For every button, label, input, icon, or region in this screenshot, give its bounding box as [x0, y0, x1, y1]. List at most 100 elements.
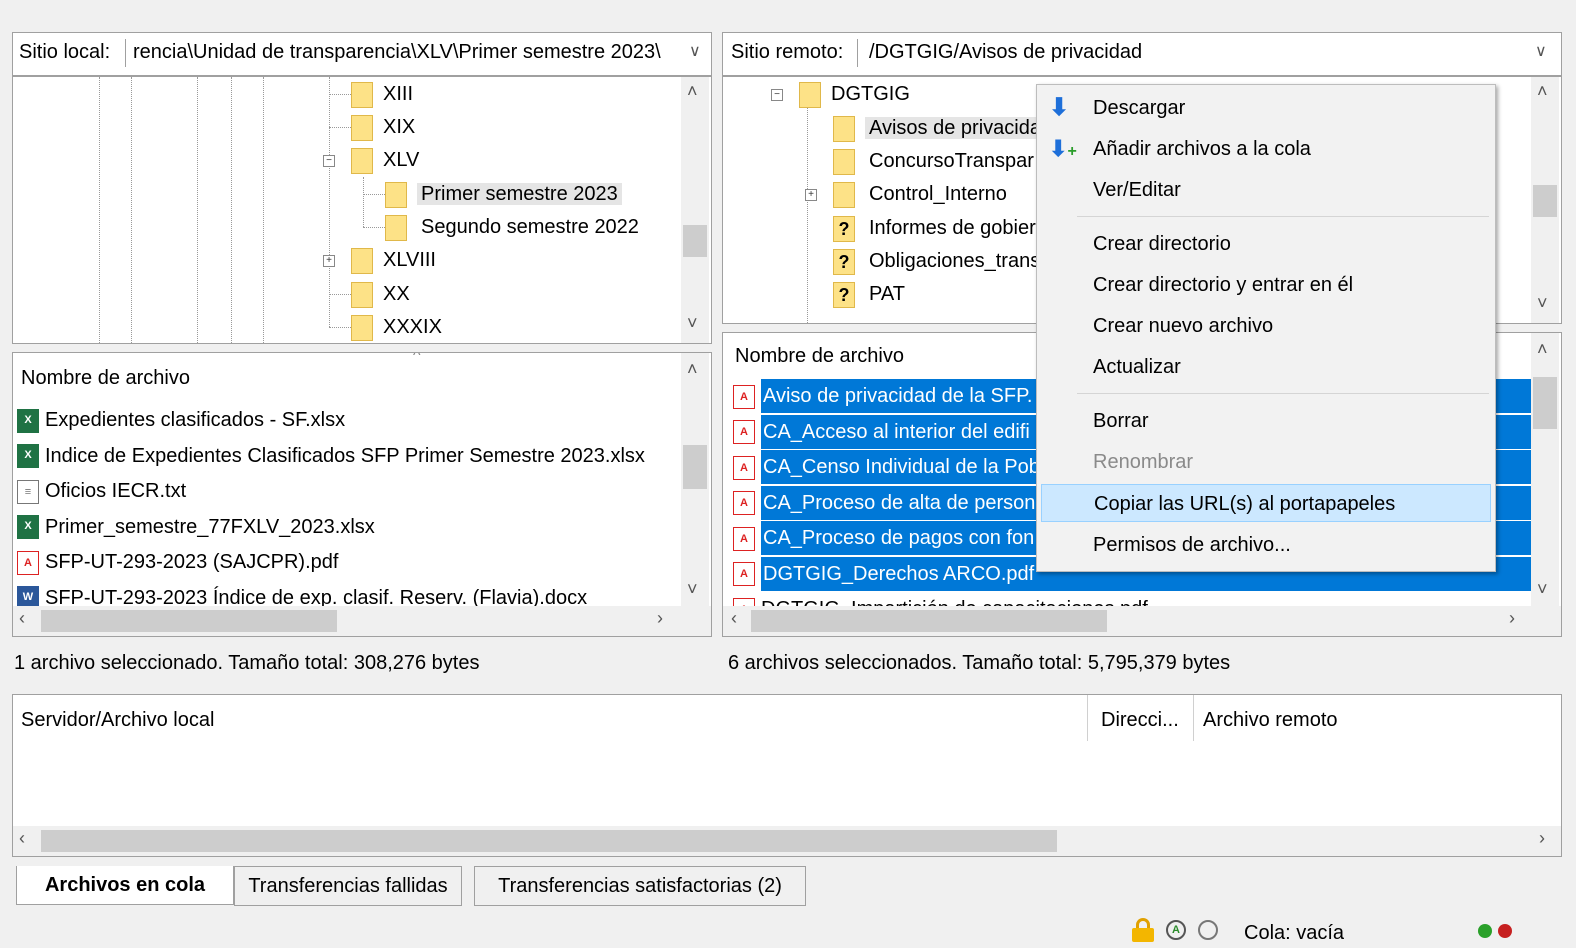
tab-failed-transfers[interactable]: Transferencias fallidas [234, 866, 462, 906]
menu-item-file-permissions[interactable]: Permisos de archivo... [1037, 526, 1495, 564]
tree-item-informes-de-gobierno[interactable]: ? Informes de gobier [833, 211, 1040, 245]
pdf-icon: A [17, 550, 39, 575]
tab-queued-files[interactable]: Archivos en cola [16, 866, 234, 905]
scroll-down-icon[interactable]: ˅ [687, 313, 698, 334]
chevron-down-icon[interactable]: ∨ [689, 41, 701, 61]
menu-item-copy-urls[interactable]: Copiar las URL(s) al portapapeles [1041, 484, 1491, 522]
context-menu: ⬇ Descargar ⬇+ Añadir archivos a la cola… [1036, 84, 1496, 572]
queue-column-server[interactable]: Servidor/Archivo local [21, 709, 214, 732]
network-config-icon[interactable] [1198, 920, 1218, 940]
scrollbar-thumb[interactable] [683, 225, 707, 257]
lock-icon [1132, 918, 1156, 942]
local-column-header-name[interactable]: Nombre de archivo [21, 367, 190, 390]
speed-limit-icon[interactable]: A [1166, 920, 1186, 940]
local-file-list: ^ Nombre de archivo X Expedientes clasifi… [12, 352, 712, 608]
tree-item-xiii[interactable]: XIII [351, 77, 413, 111]
expand-icon[interactable]: + [805, 189, 817, 201]
file-name: Oficios IECR.txt [45, 480, 187, 502]
scroll-right-icon[interactable]: › [1509, 608, 1515, 629]
scrollbar-thumb[interactable] [1533, 185, 1557, 217]
tree-item-concurso-transparencia[interactable]: ConcursoTranspar [833, 144, 1038, 178]
text-file-icon: ≡ [17, 479, 39, 504]
tree-item-xlv[interactable]: XLV [351, 143, 419, 177]
remote-column-header-name[interactable]: Nombre de archivo [735, 345, 904, 368]
scrollbar-thumb[interactable] [41, 610, 337, 632]
scrollbar-thumb[interactable] [683, 445, 707, 489]
local-status-text: 1 archivo seleccionado. Tamaño total: 30… [14, 652, 480, 674]
menu-separator [1077, 393, 1489, 394]
file-name: Expedientes clasificados - SF.xlsx [45, 409, 346, 431]
menu-item-create-directory[interactable]: Crear directorio [1037, 225, 1495, 263]
file-row[interactable]: A SFP-UT-293-2023 (SAJCPR).pdf [17, 545, 338, 579]
collapse-icon[interactable]: − [771, 89, 783, 101]
queue-column-remote[interactable]: Archivo remoto [1203, 709, 1338, 732]
remote-horizontal-scrollbar[interactable]: ‹ › [722, 606, 1562, 637]
tab-successful-transfers[interactable]: Transferencias satisfactorias (2) [474, 866, 806, 906]
scrollbar-thumb[interactable] [751, 610, 1107, 632]
file-row[interactable]: W SFP-UT-293-2023 Índice de exp. clasif. … [17, 581, 587, 607]
file-row[interactable]: X Primer_semestre_77FXLV_2023.xlsx [17, 510, 375, 544]
scroll-up-icon[interactable]: ˄ [687, 359, 698, 380]
remote-files-scrollbar[interactable]: ˄ ˅ [1531, 333, 1559, 607]
scroll-up-icon[interactable]: ˄ [1537, 339, 1548, 360]
scroll-down-icon[interactable]: ˅ [1537, 293, 1548, 314]
pdf-icon: A [733, 384, 755, 409]
scroll-up-icon[interactable]: ˄ [1537, 81, 1548, 102]
excel-icon: X [17, 408, 39, 433]
menu-item-create-directory-enter[interactable]: Crear directorio y entrar en él [1037, 266, 1495, 304]
tree-item-segundo-semestre-2022[interactable]: Segundo semestre 2022 [385, 210, 643, 244]
file-row[interactable]: ≡ Oficios IECR.txt [17, 474, 186, 508]
menu-item-create-file[interactable]: Crear nuevo archivo [1037, 307, 1495, 345]
excel-icon: X [17, 444, 39, 469]
queue-status-text: Cola: vacía [1244, 922, 1345, 944]
tree-item-dgtgig[interactable]: DGTGIG [799, 77, 910, 111]
local-path-combobox[interactable]: rencia\Unidad de transparencia\XLV\Prime… [133, 41, 678, 64]
menu-item-rename[interactable]: Renombrar [1037, 443, 1495, 481]
queue-column-direction[interactable]: Direcci... [1101, 709, 1179, 732]
file-name: Primer_semestre_77FXLV_2023.xlsx [45, 515, 375, 538]
tree-item-xxxix[interactable]: XXXIX [351, 310, 442, 343]
remote-status-text: 6 archivos seleccionados. Tamaño total: … [728, 652, 1231, 674]
tree-item-avisos-de-privacidad[interactable]: Avisos de privacida [833, 111, 1045, 145]
local-tree-scrollbar[interactable]: ˄ ˅ [681, 77, 709, 343]
menu-item-view-edit[interactable]: Ver/Editar [1037, 171, 1495, 209]
tree-item-obligaciones-transparencia[interactable]: ? Obligaciones_trans [833, 244, 1044, 278]
scroll-up-icon[interactable]: ˄ [687, 81, 698, 102]
tree-item-control-interno[interactable]: Control_Interno [833, 177, 1011, 211]
tree-item-xlviii[interactable]: XLVIII [351, 243, 436, 277]
add-to-queue-icon: ⬇+ [1049, 136, 1077, 161]
tree-item-primer-semestre-2023[interactable]: Primer semestre 2023 [385, 177, 622, 211]
folder-icon [385, 214, 407, 241]
scroll-left-icon[interactable]: ‹ [19, 828, 25, 849]
transfer-queue: Servidor/Archivo local Direcci... Archiv… [12, 694, 1562, 828]
file-row[interactable]: X Expedientes clasificados - SF.xlsx [17, 403, 345, 437]
menu-item-add-to-queue[interactable]: ⬇+ Añadir archivos a la cola [1037, 130, 1495, 168]
scroll-down-icon[interactable]: ˅ [1537, 579, 1548, 600]
file-row[interactable]: X Indice de Expedientes Clasificados SFP … [17, 439, 645, 473]
tree-item-xix[interactable]: XIX [351, 110, 415, 144]
scroll-right-icon[interactable]: › [1539, 828, 1545, 849]
scroll-down-icon[interactable]: ˅ [687, 579, 698, 600]
remote-path-combobox[interactable]: /DGTGIG/Avisos de privacidad [869, 41, 1509, 64]
unknown-folder-icon: ? [833, 248, 855, 275]
menu-item-descargar[interactable]: ⬇ Descargar [1037, 89, 1495, 127]
folder-icon [833, 181, 855, 208]
scroll-left-icon[interactable]: ‹ [731, 608, 737, 629]
scroll-left-icon[interactable]: ‹ [19, 608, 25, 629]
menu-item-refresh[interactable]: Actualizar [1037, 348, 1495, 386]
scroll-right-icon[interactable]: › [657, 608, 663, 629]
queue-horizontal-scrollbar[interactable]: ‹ › [12, 826, 1562, 857]
local-horizontal-scrollbar[interactable]: ‹ › [12, 606, 712, 637]
scrollbar-thumb[interactable] [41, 830, 1057, 852]
activity-indicator-red [1498, 924, 1512, 938]
tree-item-xx[interactable]: XX [351, 277, 410, 311]
collapse-icon[interactable]: − [323, 155, 335, 167]
remote-tree-scrollbar[interactable]: ˄ ˅ [1531, 77, 1559, 323]
chevron-down-icon[interactable]: ∨ [1535, 41, 1547, 61]
folder-icon [351, 281, 373, 308]
local-files-scrollbar[interactable]: ˄ ˅ [681, 353, 709, 607]
expand-icon[interactable]: + [323, 255, 335, 267]
menu-item-delete[interactable]: Borrar [1037, 402, 1495, 440]
tree-item-pat[interactable]: ? PAT [833, 277, 909, 311]
scrollbar-thumb[interactable] [1533, 377, 1557, 429]
